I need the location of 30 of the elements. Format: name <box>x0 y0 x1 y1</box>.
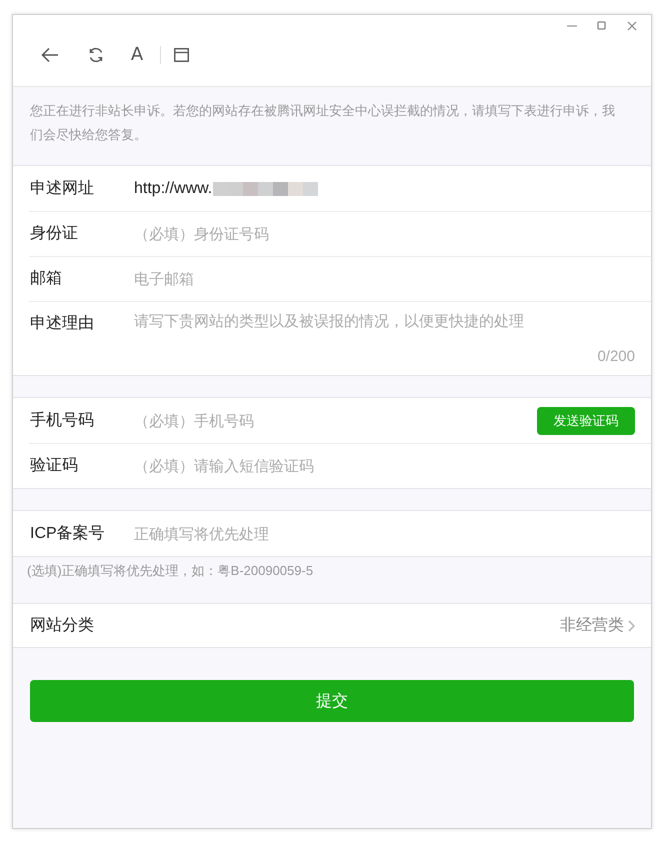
field-label: 身份证 <box>30 224 79 244</box>
field-label: 申述理由 <box>30 314 95 334</box>
input-field[interactable]: 邮箱 电子邮箱 <box>13 256 651 301</box>
category-value[interactable]: 非经营类 <box>560 615 624 636</box>
refresh-icon[interactable] <box>88 47 104 63</box>
field-label: 申述网址 <box>30 178 95 199</box>
text-input[interactable]: （必填）手机号码 <box>134 398 537 443</box>
field-label: 网站分类 <box>30 616 95 636</box>
window-icon[interactable] <box>174 48 189 62</box>
field-label: 邮箱 <box>30 268 63 289</box>
reason-field[interactable]: 申述理由 请写下贵网站的类型以及被误报的情况，以便更快捷的处理 0/200 <box>13 301 651 375</box>
input-field[interactable]: 身份证 （必填）身份证号码 <box>13 211 651 256</box>
input-field[interactable]: ICP备案号 正确填写将优先处理 <box>13 511 651 556</box>
text-input[interactable]: （必填）身份证号码 <box>134 211 635 256</box>
back-icon[interactable] <box>41 47 59 63</box>
text-input[interactable]: （必填）请输入短信验证码 <box>134 443 635 488</box>
char-counter: 0/200 <box>597 348 635 365</box>
hint-text: (选填)正确填写将优先处理，如：粤B-20090059-5 <box>26 562 314 580</box>
close-icon[interactable] <box>627 21 637 31</box>
chevron-icon <box>628 620 635 632</box>
text-input[interactable]: 正确填写将优先处理 <box>134 511 635 556</box>
text-input[interactable]: 电子邮箱 <box>134 256 635 301</box>
input-field[interactable]: 验证码 （必填）请输入短信验证码 <box>13 443 651 488</box>
field-label: ICP备案号 <box>30 523 106 544</box>
input-field[interactable]: 手机号码 （必填）手机号码 发送验证码 <box>13 398 651 443</box>
url-value[interactable]: http://www. <box>134 180 212 198</box>
maximize-icon[interactable] <box>597 21 607 31</box>
field-label: 手机号码 <box>30 410 95 431</box>
font-button[interactable]: A <box>128 44 146 66</box>
field-label: 验证码 <box>30 456 79 476</box>
